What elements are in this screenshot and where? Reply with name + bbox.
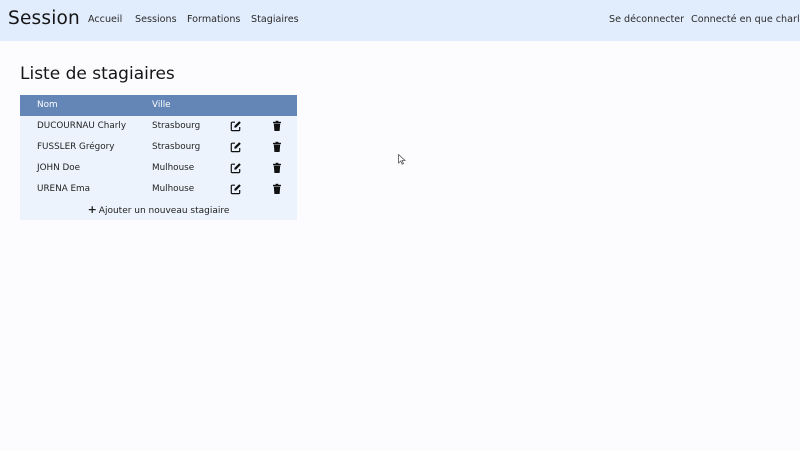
table-row: DUCOURNAU Charly Strasbourg: [20, 116, 297, 137]
trash-icon[interactable]: [271, 141, 283, 153]
nav-link-sessions[interactable]: Sessions: [135, 14, 177, 25]
nav-link-accueil[interactable]: Accueil: [88, 14, 122, 25]
row-city: Strasbourg: [152, 121, 201, 131]
edit-icon[interactable]: [230, 183, 242, 195]
logout-link[interactable]: Se déconnecter: [609, 14, 684, 25]
table-row: JOHN Doe Mulhouse: [20, 158, 297, 179]
stagiaires-table: Nom Ville DUCOURNAU Charly Strasbourg FU…: [20, 95, 297, 220]
table-row: URENA Ema Mulhouse: [20, 179, 297, 200]
nav-link-stagiaires[interactable]: Stagiaires: [251, 14, 299, 25]
table-row: FUSSLER Grégory Strasbourg: [20, 137, 297, 158]
nav-link-formations[interactable]: Formations: [187, 14, 240, 25]
column-header-ville: Ville: [152, 100, 171, 110]
top-navbar: Session Accueil Sessions Formations Stag…: [0, 0, 800, 41]
table-header: Nom Ville: [20, 95, 297, 116]
page-title: Liste de stagiaires: [20, 64, 175, 84]
column-header-nom: Nom: [37, 100, 58, 110]
trash-icon[interactable]: [271, 120, 283, 132]
add-stagiaire-link[interactable]: + Ajouter un nouveau stagiaire: [20, 203, 297, 216]
edit-icon[interactable]: [230, 141, 242, 153]
row-name: FUSSLER Grégory: [37, 142, 115, 152]
plus-icon: +: [87, 203, 97, 216]
edit-icon[interactable]: [230, 120, 242, 132]
user-status-link[interactable]: Connecté en que charly: [691, 14, 800, 25]
row-name: JOHN Doe: [37, 163, 81, 173]
row-city: Mulhouse: [152, 184, 195, 194]
row-name: URENA Ema: [37, 184, 91, 194]
trash-icon[interactable]: [271, 183, 283, 195]
add-stagiaire-label: Ajouter un nouveau stagiaire: [98, 206, 230, 216]
mouse-cursor-icon: [398, 150, 407, 169]
trash-icon[interactable]: [271, 162, 283, 174]
row-city: Mulhouse: [152, 163, 195, 173]
brand-title[interactable]: Session: [8, 8, 80, 29]
row-name: DUCOURNAU Charly: [37, 121, 127, 131]
row-city: Strasbourg: [152, 142, 201, 152]
edit-icon[interactable]: [230, 162, 242, 174]
